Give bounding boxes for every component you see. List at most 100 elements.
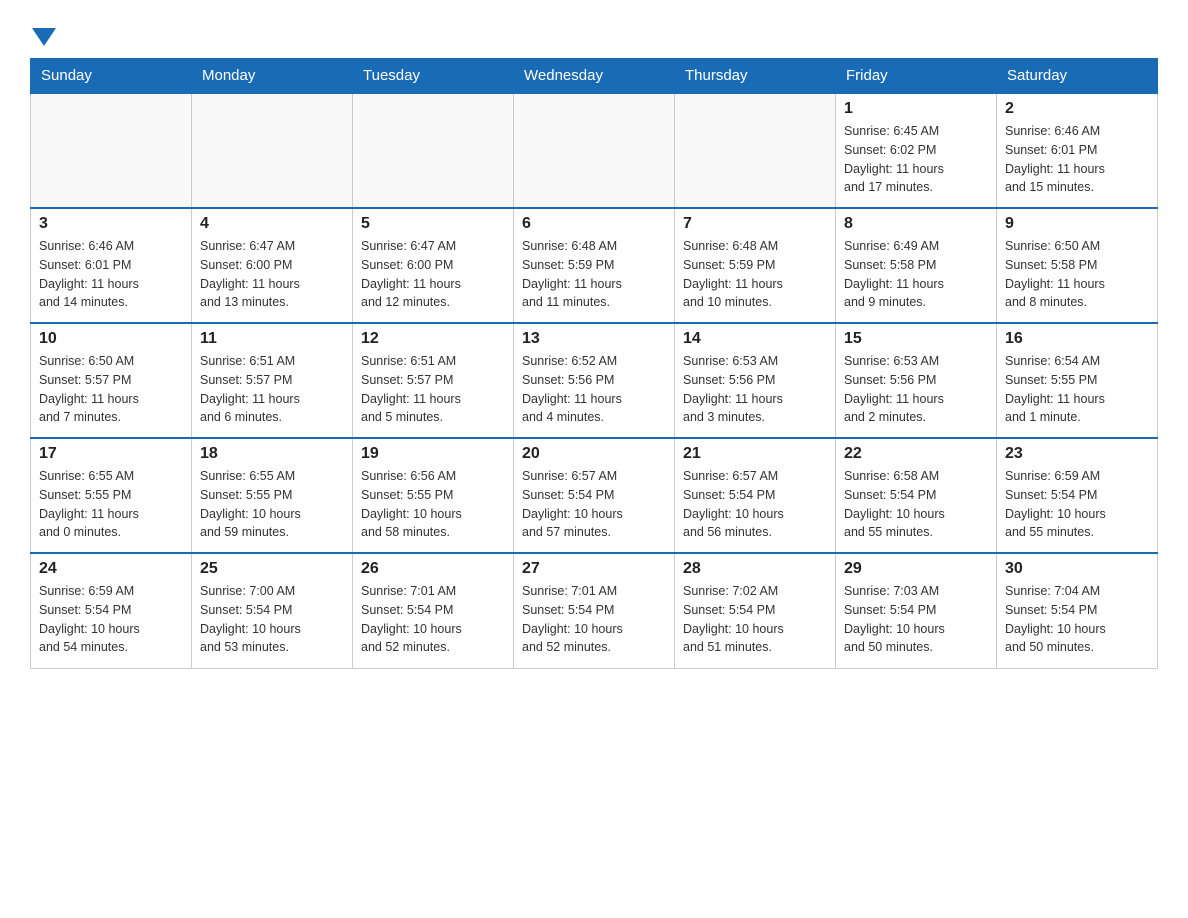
weekday-header-friday: Friday (836, 59, 997, 94)
weekday-header-tuesday: Tuesday (353, 59, 514, 94)
day-number: 8 (844, 215, 988, 233)
calendar-cell: 9 Sunrise: 6:50 AM Sunset: 5:58 PM Daylig… (997, 208, 1158, 323)
day-info: Sunrise: 7:02 AM Sunset: 5:54 PM Dayligh… (683, 582, 827, 657)
calendar-cell (192, 93, 353, 208)
day-number: 3 (39, 215, 183, 233)
day-number: 21 (683, 445, 827, 463)
day-info: Sunrise: 6:58 AM Sunset: 5:54 PM Dayligh… (844, 467, 988, 542)
day-info: Sunrise: 6:47 AM Sunset: 6:00 PM Dayligh… (200, 237, 344, 312)
day-info: Sunrise: 7:03 AM Sunset: 5:54 PM Dayligh… (844, 582, 988, 657)
day-info: Sunrise: 6:46 AM Sunset: 6:01 PM Dayligh… (39, 237, 183, 312)
header (30, 20, 1158, 48)
calendar-cell: 11 Sunrise: 6:51 AM Sunset: 5:57 PM Dayli… (192, 323, 353, 438)
week-row-5: 24 Sunrise: 6:59 AM Sunset: 5:54 PM Dayli… (31, 553, 1158, 668)
day-info: Sunrise: 6:48 AM Sunset: 5:59 PM Dayligh… (683, 237, 827, 312)
day-info: Sunrise: 6:50 AM Sunset: 5:57 PM Dayligh… (39, 352, 183, 427)
day-info: Sunrise: 6:46 AM Sunset: 6:01 PM Dayligh… (1005, 122, 1149, 197)
day-number: 17 (39, 445, 183, 463)
calendar-cell: 22Sunrise: 6:58 AM Sunset: 5:54 PM Dayli… (836, 438, 997, 553)
week-row-2: 3 Sunrise: 6:46 AM Sunset: 6:01 PM Daylig… (31, 208, 1158, 323)
calendar-cell: 19 Sunrise: 6:56 AM Sunset: 5:55 PM Dayli… (353, 438, 514, 553)
day-number: 23 (1005, 445, 1149, 463)
day-number: 7 (683, 215, 827, 233)
week-row-3: 10 Sunrise: 6:50 AM Sunset: 5:57 PM Dayli… (31, 323, 1158, 438)
day-number: 15 (844, 330, 988, 348)
day-number: 29 (844, 560, 988, 578)
day-info: Sunrise: 7:01 AM Sunset: 5:54 PM Dayligh… (361, 582, 505, 657)
calendar-cell (353, 93, 514, 208)
day-info: Sunrise: 6:49 AM Sunset: 5:58 PM Dayligh… (844, 237, 988, 312)
day-number: 19 (361, 445, 505, 463)
calendar-cell: 7 Sunrise: 6:48 AM Sunset: 5:59 PM Daylig… (675, 208, 836, 323)
day-number: 10 (39, 330, 183, 348)
calendar-cell (514, 93, 675, 208)
calendar-cell: 17 Sunrise: 6:55 AM Sunset: 5:55 PM Dayli… (31, 438, 192, 553)
calendar-cell: 5Sunrise: 6:47 AM Sunset: 6:00 PM Daylig… (353, 208, 514, 323)
day-number: 4 (200, 215, 344, 233)
weekday-header-saturday: Saturday (997, 59, 1158, 94)
day-number: 16 (1005, 330, 1149, 348)
calendar-cell (31, 93, 192, 208)
day-number: 13 (522, 330, 666, 348)
day-number: 9 (1005, 215, 1149, 233)
day-info: Sunrise: 6:51 AM Sunset: 5:57 PM Dayligh… (361, 352, 505, 427)
day-number: 12 (361, 330, 505, 348)
calendar-cell: 20 Sunrise: 6:57 AM Sunset: 5:54 PM Dayli… (514, 438, 675, 553)
day-number: 20 (522, 445, 666, 463)
calendar-cell: 13 Sunrise: 6:52 AM Sunset: 5:56 PM Dayli… (514, 323, 675, 438)
calendar-cell: 26 Sunrise: 7:01 AM Sunset: 5:54 PM Dayli… (353, 553, 514, 668)
day-number: 25 (200, 560, 344, 578)
day-info: Sunrise: 7:01 AM Sunset: 5:54 PM Dayligh… (522, 582, 666, 657)
day-number: 5 (361, 215, 505, 233)
day-info: Sunrise: 6:55 AM Sunset: 5:55 PM Dayligh… (39, 467, 183, 542)
day-number: 1 (844, 100, 988, 118)
calendar-cell: 16 Sunrise: 6:54 AM Sunset: 5:55 PM Dayli… (997, 323, 1158, 438)
day-number: 14 (683, 330, 827, 348)
day-info: Sunrise: 6:59 AM Sunset: 5:54 PM Dayligh… (1005, 467, 1149, 542)
calendar-cell: 29 Sunrise: 7:03 AM Sunset: 5:54 PM Dayli… (836, 553, 997, 668)
calendar-cell (675, 93, 836, 208)
day-number: 30 (1005, 560, 1149, 578)
logo-triangle-icon (32, 28, 56, 46)
day-info: Sunrise: 6:57 AM Sunset: 5:54 PM Dayligh… (522, 467, 666, 542)
day-info: Sunrise: 6:57 AM Sunset: 5:54 PM Dayligh… (683, 467, 827, 542)
calendar-cell: 24 Sunrise: 6:59 AM Sunset: 5:54 PM Dayli… (31, 553, 192, 668)
day-number: 11 (200, 330, 344, 348)
day-info: Sunrise: 6:51 AM Sunset: 5:57 PM Dayligh… (200, 352, 344, 427)
week-row-4: 17 Sunrise: 6:55 AM Sunset: 5:55 PM Dayli… (31, 438, 1158, 553)
calendar-cell: 4 Sunrise: 6:47 AM Sunset: 6:00 PM Daylig… (192, 208, 353, 323)
calendar-cell: 2 Sunrise: 6:46 AM Sunset: 6:01 PM Daylig… (997, 93, 1158, 208)
weekday-header-sunday: Sunday (31, 59, 192, 94)
weekday-header-thursday: Thursday (675, 59, 836, 94)
weekday-header-monday: Monday (192, 59, 353, 94)
day-info: Sunrise: 6:54 AM Sunset: 5:55 PM Dayligh… (1005, 352, 1149, 427)
weekday-header-row: SundayMondayTuesdayWednesdayThursdayFrid… (31, 59, 1158, 94)
calendar-cell: 28Sunrise: 7:02 AM Sunset: 5:54 PM Dayli… (675, 553, 836, 668)
day-info: Sunrise: 6:56 AM Sunset: 5:55 PM Dayligh… (361, 467, 505, 542)
calendar-cell: 25 Sunrise: 7:00 AM Sunset: 5:54 PM Dayli… (192, 553, 353, 668)
day-info: Sunrise: 6:50 AM Sunset: 5:58 PM Dayligh… (1005, 237, 1149, 312)
calendar-cell: 8 Sunrise: 6:49 AM Sunset: 5:58 PM Daylig… (836, 208, 997, 323)
day-info: Sunrise: 6:59 AM Sunset: 5:54 PM Dayligh… (39, 582, 183, 657)
day-number: 27 (522, 560, 666, 578)
day-info: Sunrise: 6:53 AM Sunset: 5:56 PM Dayligh… (844, 352, 988, 427)
calendar-cell: 15 Sunrise: 6:53 AM Sunset: 5:56 PM Dayli… (836, 323, 997, 438)
day-number: 6 (522, 215, 666, 233)
calendar-cell: 27 Sunrise: 7:01 AM Sunset: 5:54 PM Dayli… (514, 553, 675, 668)
week-row-1: 1 Sunrise: 6:45 AM Sunset: 6:02 PM Daylig… (31, 93, 1158, 208)
calendar-cell: 23 Sunrise: 6:59 AM Sunset: 5:54 PM Dayli… (997, 438, 1158, 553)
calendar-cell: 14Sunrise: 6:53 AM Sunset: 5:56 PM Dayli… (675, 323, 836, 438)
day-info: Sunrise: 6:55 AM Sunset: 5:55 PM Dayligh… (200, 467, 344, 542)
weekday-header-wednesday: Wednesday (514, 59, 675, 94)
logo (30, 30, 56, 48)
day-number: 24 (39, 560, 183, 578)
calendar-cell: 1 Sunrise: 6:45 AM Sunset: 6:02 PM Daylig… (836, 93, 997, 208)
day-number: 26 (361, 560, 505, 578)
calendar-cell: 6Sunrise: 6:48 AM Sunset: 5:59 PM Daylig… (514, 208, 675, 323)
day-number: 2 (1005, 100, 1149, 118)
day-info: Sunrise: 7:00 AM Sunset: 5:54 PM Dayligh… (200, 582, 344, 657)
calendar-cell: 10 Sunrise: 6:50 AM Sunset: 5:57 PM Dayli… (31, 323, 192, 438)
day-info: Sunrise: 6:45 AM Sunset: 6:02 PM Dayligh… (844, 122, 988, 197)
calendar-cell: 30Sunrise: 7:04 AM Sunset: 5:54 PM Dayli… (997, 553, 1158, 668)
day-info: Sunrise: 6:52 AM Sunset: 5:56 PM Dayligh… (522, 352, 666, 427)
